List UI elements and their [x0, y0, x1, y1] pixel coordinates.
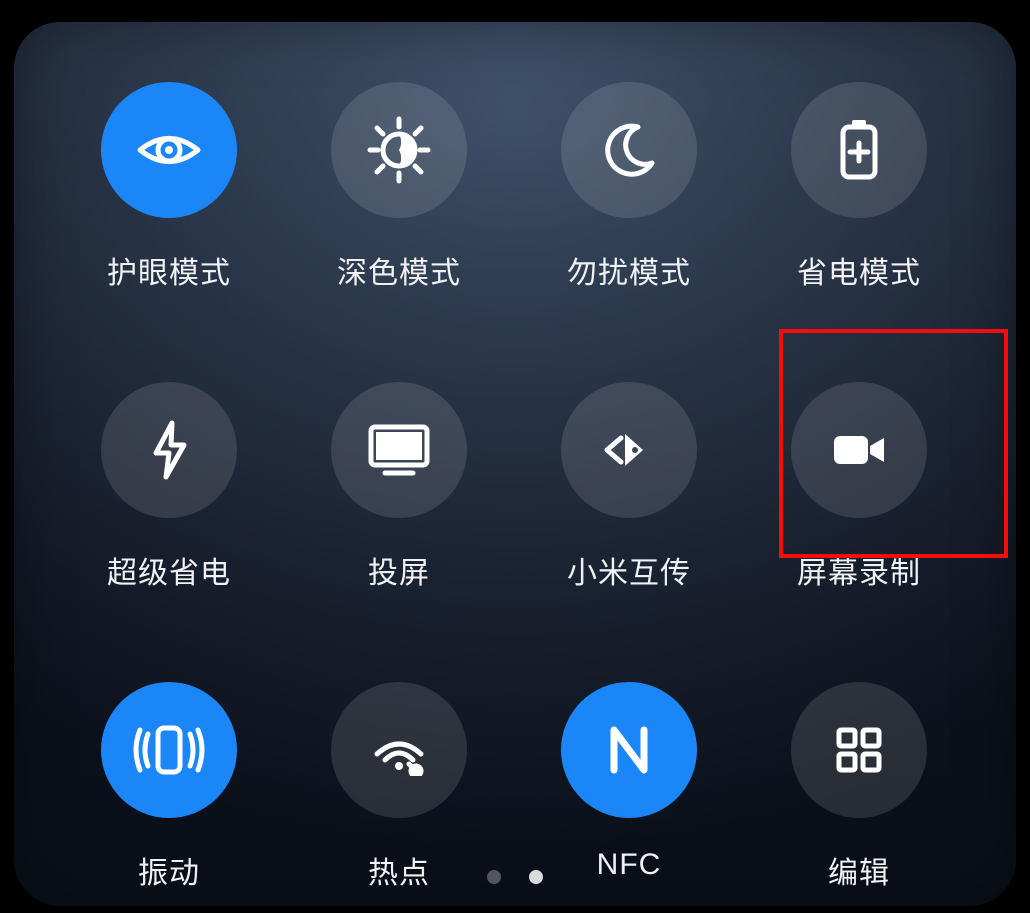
tile-ultra-saver[interactable]: 超级省电: [54, 382, 284, 592]
moon-icon[interactable]: [561, 82, 697, 218]
tile-label: 屏幕录制: [797, 548, 921, 592]
tile-nfc[interactable]: NFC: [514, 682, 744, 892]
tile-label: 深色模式: [337, 248, 461, 292]
tile-edit[interactable]: 编辑: [744, 682, 974, 892]
quick-settings-grid: 护眼模式 深色模式 勿扰模式 省电模式超级省电 投屏 小米互传 屏幕录制振动 热点 NFC 编辑: [54, 82, 974, 892]
dark-icon[interactable]: [331, 82, 467, 218]
tile-screen-record[interactable]: 屏幕录制: [744, 382, 974, 592]
nfc-icon[interactable]: [561, 682, 697, 818]
tile-label: 小米互传: [567, 548, 691, 592]
screen-icon[interactable]: [331, 382, 467, 518]
tile-dnd[interactable]: 勿扰模式: [514, 82, 744, 292]
tile-vibrate[interactable]: 振动: [54, 682, 284, 892]
hotspot-icon[interactable]: [331, 682, 467, 818]
video-icon[interactable]: [791, 382, 927, 518]
tile-cast[interactable]: 投屏: [284, 382, 514, 592]
share-icon[interactable]: [561, 382, 697, 518]
tile-label: 护眼模式: [107, 248, 231, 292]
tile-dark-mode[interactable]: 深色模式: [284, 82, 514, 292]
tile-label: NFC: [597, 848, 662, 882]
bolt-icon[interactable]: [101, 382, 237, 518]
control-center-panel: 护眼模式 深色模式 勿扰模式 省电模式超级省电 投屏 小米互传 屏幕录制振动 热点 NFC 编辑: [14, 22, 1016, 906]
tile-label: 投屏: [368, 548, 430, 592]
tile-eye-care[interactable]: 护眼模式: [54, 82, 284, 292]
tile-hotspot[interactable]: 热点: [284, 682, 514, 892]
battery-plus-icon[interactable]: [791, 82, 927, 218]
tile-label: 超级省电: [107, 548, 231, 592]
tile-label: 编辑: [828, 848, 890, 892]
eye-icon[interactable]: [101, 82, 237, 218]
page-indicator[interactable]: [487, 870, 543, 884]
tile-mi-share[interactable]: 小米互传: [514, 382, 744, 592]
page-dot-1[interactable]: [487, 870, 501, 884]
tile-label: 省电模式: [797, 248, 921, 292]
tile-label: 振动: [138, 848, 200, 892]
grid-icon[interactable]: [791, 682, 927, 818]
vibrate-icon[interactable]: [101, 682, 237, 818]
tile-label: 勿扰模式: [567, 248, 691, 292]
tile-label: 热点: [368, 848, 430, 892]
tile-battery-saver[interactable]: 省电模式: [744, 82, 974, 292]
page-dot-2[interactable]: [529, 870, 543, 884]
